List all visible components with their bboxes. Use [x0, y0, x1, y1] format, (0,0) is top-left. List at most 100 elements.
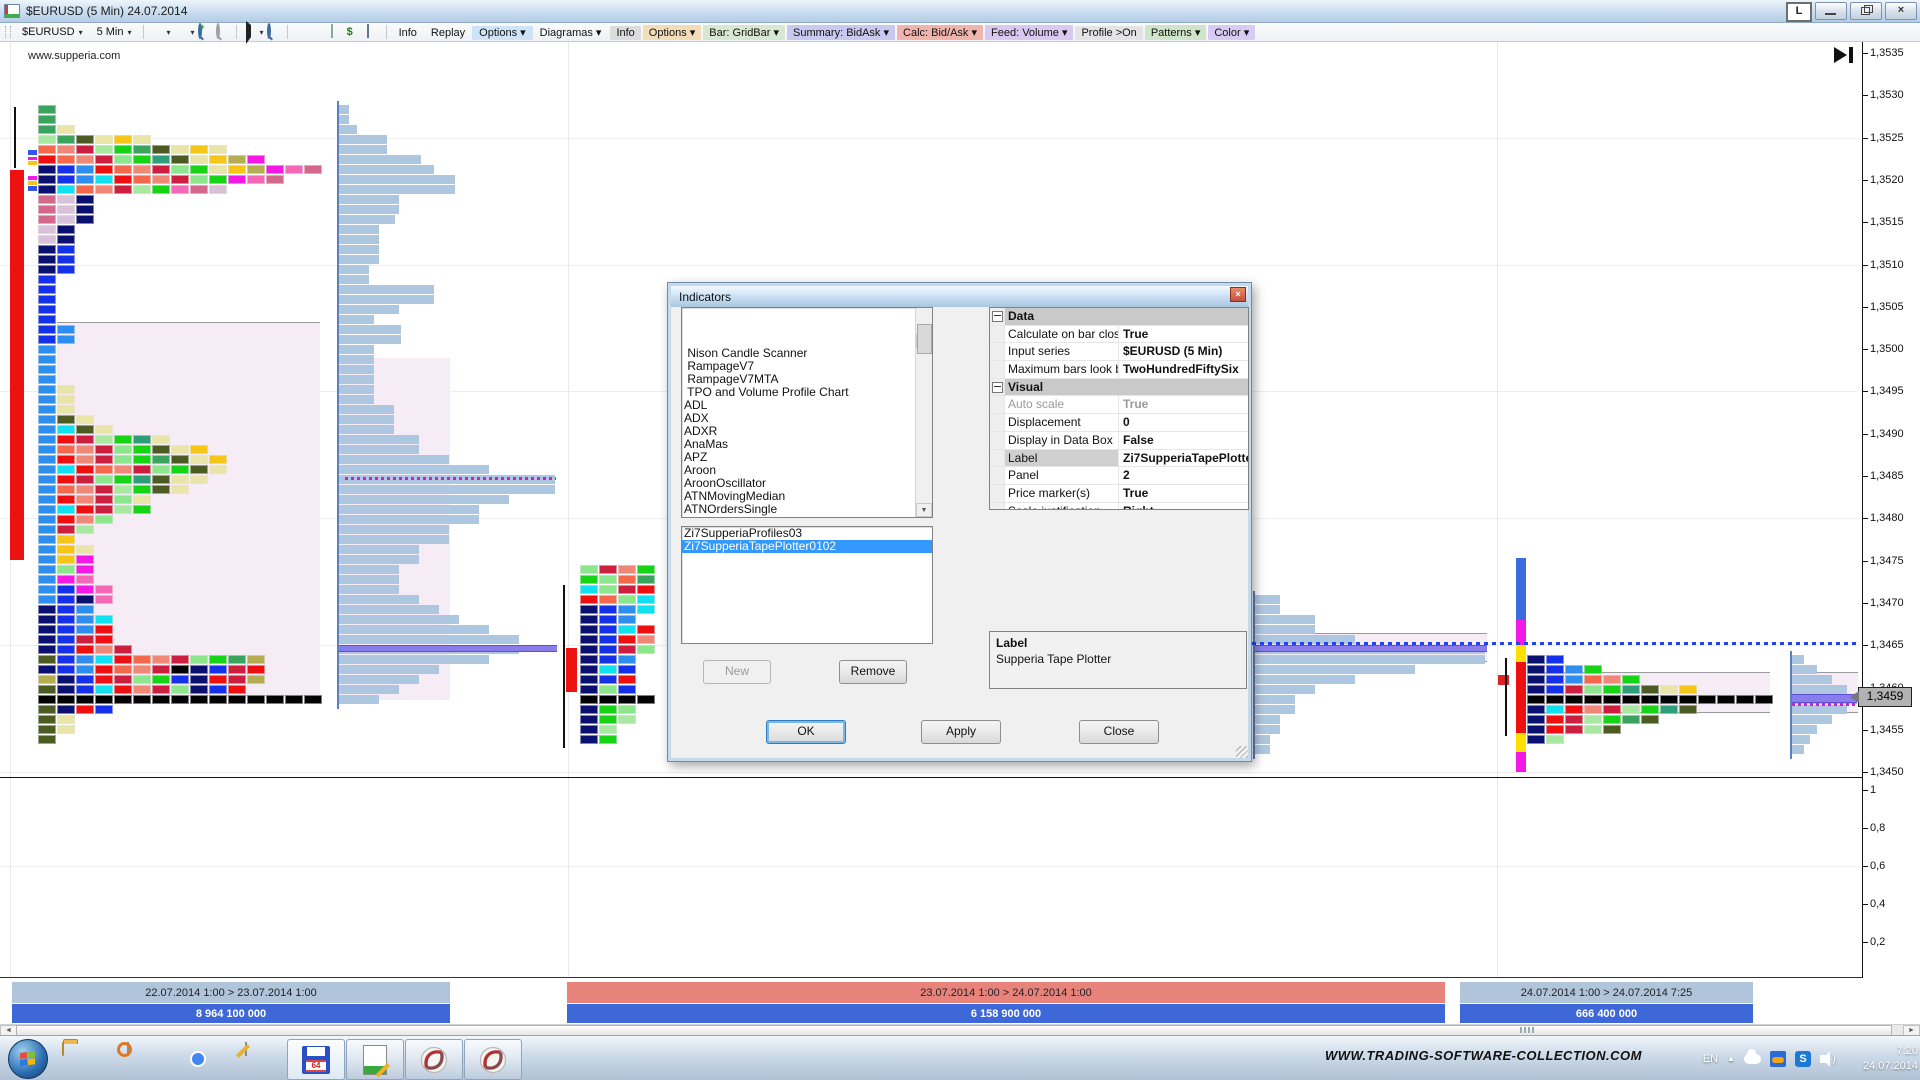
bar-type-icon[interactable] — [149, 25, 165, 39]
taskbar-app-floppy[interactable] — [287, 1039, 345, 1080]
zoom-in-icon[interactable] — [197, 25, 213, 39]
toolbar-chip-feed-volume[interactable]: Feed: Volume ▾ — [985, 25, 1073, 40]
property-row[interactable]: LabelZi7SupperiaTapePlotter — [990, 450, 1248, 468]
property-row[interactable]: Displacement0 — [990, 414, 1248, 432]
available-indicators-list[interactable]: ▲ ▼ Nison Candle Scanner RampageV7 Rampa… — [681, 307, 933, 518]
chevron-down-icon[interactable]: ▾ — [167, 28, 171, 37]
property-category-row[interactable]: Data — [990, 308, 1248, 326]
cloud-icon[interactable] — [1744, 1054, 1761, 1064]
draw-tool-icon[interactable] — [173, 25, 189, 39]
notepad-icon[interactable] — [240, 1043, 272, 1075]
line-chart-icon[interactable] — [329, 25, 345, 39]
indicator-list-item[interactable]: ADL — [682, 399, 932, 412]
chevron-down-icon[interactable]: ▾ — [260, 28, 264, 37]
list-scrollbar[interactable]: ▲ ▼ — [915, 308, 932, 517]
remove-button[interactable]: Remove — [839, 660, 907, 684]
weather-cloud-icon[interactable] — [1770, 1051, 1786, 1067]
property-value[interactable]: True — [1119, 485, 1248, 502]
toolbar-chip-info[interactable]: Info — [610, 26, 640, 40]
properties-grid[interactable]: DataCalculate on bar closeTrueInput seri… — [989, 307, 1249, 510]
close-button[interactable]: Close — [1079, 720, 1159, 744]
applied-indicators-list[interactable]: Zi7SupperiaProfiles03Zi7SupperiaTapePlot… — [681, 526, 933, 644]
interval-dropdown[interactable]: 5 Min▾ — [91, 24, 138, 40]
taskbar-app-ninjatrader-2[interactable] — [464, 1039, 522, 1080]
toolbar-chip-summary-bidask[interactable]: Summary: BidAsk ▾ — [787, 25, 895, 40]
volume-icon[interactable] — [1820, 1055, 1827, 1063]
menu-item-info[interactable]: Info — [392, 26, 424, 40]
indicator-list-item[interactable]: ATNPostionInfo — [682, 516, 932, 518]
candlestick-icon[interactable] — [311, 25, 327, 39]
applied-indicator-item[interactable]: Zi7SupperiaTapePlotter0102 — [682, 540, 932, 553]
property-value[interactable]: True — [1119, 396, 1248, 413]
taskbar-app-ninjatrader-1[interactable] — [405, 1039, 463, 1080]
toolbar-grip[interactable] — [5, 26, 11, 38]
property-value[interactable]: True — [1119, 326, 1248, 343]
new-button[interactable]: New — [703, 660, 771, 684]
ok-button[interactable]: OK — [766, 720, 846, 744]
indicator-list-item[interactable]: AnaMas — [682, 438, 932, 451]
indicator-list-item[interactable]: TPO and Volume Profile Chart — [682, 386, 932, 399]
minimize-button[interactable] — [1815, 2, 1847, 20]
property-row[interactable]: Price marker(s)True — [990, 485, 1248, 503]
property-value[interactable]: Right — [1119, 503, 1248, 510]
property-value[interactable]: 2 — [1119, 467, 1248, 484]
property-row[interactable]: Display in Data BoxFalse — [990, 432, 1248, 450]
l-button[interactable]: L — [1786, 2, 1812, 22]
scroll-down-icon[interactable]: ▼ — [916, 503, 932, 517]
symbol-dropdown[interactable]: $EURUSD▾ — [16, 24, 89, 40]
property-value[interactable]: $EURUSD (5 Min) — [1119, 343, 1248, 360]
property-value[interactable]: 0 — [1119, 414, 1248, 431]
resize-grip[interactable] — [1236, 746, 1248, 758]
property-value[interactable]: False — [1119, 432, 1248, 449]
language-indicator[interactable]: EN — [1703, 1053, 1718, 1065]
toolbar-chip-options[interactable]: Options ▾ — [643, 25, 702, 40]
collapse-icon[interactable] — [992, 382, 1003, 393]
property-row[interactable]: Maximum bars look baTwoHundredFiftySix — [990, 361, 1248, 379]
skip-to-end-icon[interactable] — [1834, 47, 1858, 63]
tray-chevron-icon[interactable]: ▲ — [1727, 1054, 1735, 1063]
menu-item-options[interactable]: Options ▾ — [472, 26, 533, 40]
collapse-icon[interactable] — [992, 311, 1003, 322]
toolbar-chip-calc-bid-ask[interactable]: Calc: Bid/Ask ▾ — [897, 25, 983, 40]
folder-glyph — [62, 1042, 64, 1056]
search-app-icon[interactable] — [122, 1043, 154, 1075]
search-icon[interactable] — [266, 25, 282, 39]
vertical-gridline — [568, 41, 569, 977]
toolbar-chip-color[interactable]: Color ▾ — [1208, 25, 1255, 40]
apply-button[interactable]: Apply — [921, 720, 1001, 744]
property-row[interactable]: Input series$EURUSD (5 Min) — [990, 343, 1248, 361]
zoom-out-icon[interactable] — [215, 25, 231, 39]
toolbar-chip-bar-gridbar[interactable]: Bar: GridBar ▾ — [703, 25, 785, 40]
property-category-row[interactable]: Visual — [990, 379, 1248, 397]
property-row[interactable]: Calculate on bar closeTrue — [990, 326, 1248, 344]
horizontal-gridline — [0, 265, 1857, 266]
chrome-icon[interactable] — [180, 1043, 212, 1075]
explorer-icon[interactable] — [62, 1043, 94, 1075]
cursor-tool-icon[interactable] — [242, 25, 258, 39]
dollar-icon[interactable]: $ — [347, 25, 363, 39]
property-value[interactable]: Zi7SupperiaTapePlotter — [1119, 450, 1248, 467]
clock[interactable]: 7:20 24.07.2014 — [1846, 1044, 1918, 1074]
property-value[interactable]: TwoHundredFiftySix — [1119, 361, 1248, 378]
property-row[interactable]: Panel2 — [990, 467, 1248, 485]
indicator-list-item[interactable]: ADX — [682, 412, 932, 425]
indicator-list-item[interactable]: APZ — [682, 451, 932, 464]
property-row[interactable]: Scale justificationRight — [990, 503, 1248, 510]
property-row[interactable]: Auto scaleTrue — [990, 396, 1248, 414]
close-button[interactable]: × — [1885, 2, 1917, 20]
taskbar-app-chart-doc[interactable] — [346, 1039, 404, 1080]
menu-item-diagramas[interactable]: Diagramas ▾ — [533, 26, 609, 40]
toolbar-chip-patterns[interactable]: Patterns ▾ — [1145, 25, 1207, 40]
start-button[interactable] — [8, 1039, 48, 1079]
skype-icon[interactable]: S — [1795, 1051, 1811, 1067]
table-icon[interactable] — [365, 25, 381, 39]
window-titlebar[interactable]: $EURUSD (5 Min) 24.07.2014 L × — [0, 0, 1920, 23]
menu-item-replay[interactable]: Replay — [424, 26, 472, 40]
dialog-titlebar[interactable]: Indicators — [671, 286, 1248, 307]
grid-bars-icon[interactable] — [293, 25, 309, 39]
scrollbar-thumb[interactable] — [917, 324, 932, 354]
chevron-down-icon[interactable]: ▾ — [191, 28, 195, 37]
restore-button[interactable] — [1850, 2, 1882, 20]
dialog-close-button[interactable]: × — [1230, 287, 1246, 302]
toolbar-chip-profile-on[interactable]: Profile >On — [1075, 26, 1142, 40]
